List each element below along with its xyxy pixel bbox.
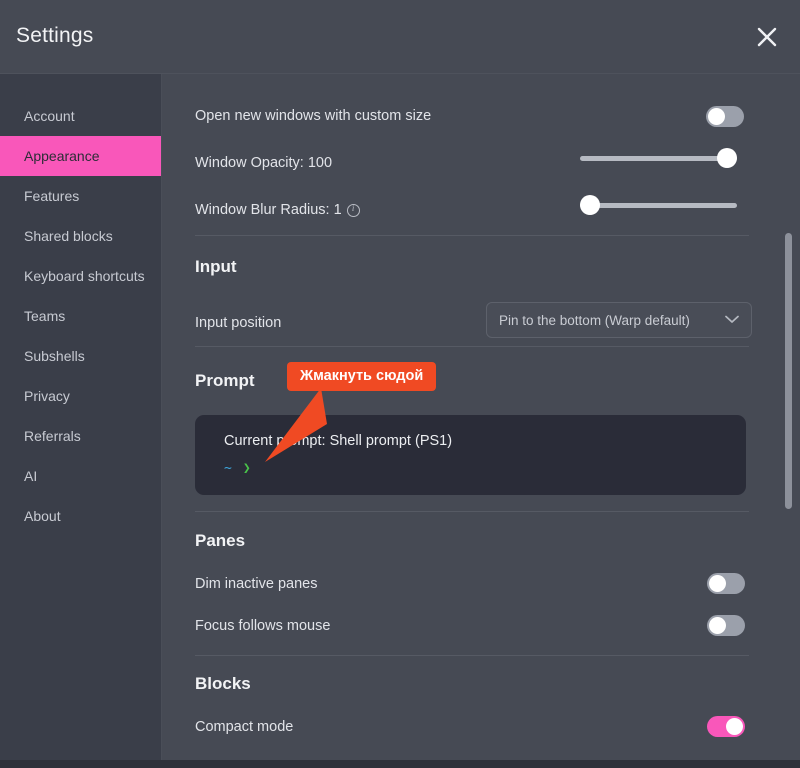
section-title-blocks: Blocks xyxy=(195,674,251,693)
sidebar-item-label: AI xyxy=(24,468,38,484)
sidebar-item-label: Teams xyxy=(24,308,66,324)
current-prompt-label: Current prompt: Shell prompt (PS1) xyxy=(224,433,453,449)
sidebar-item-label: Account xyxy=(24,108,75,124)
divider xyxy=(195,235,749,236)
input-position-selected-value: Pin to the bottom (Warp default) xyxy=(499,312,690,328)
sidebar-item-teams[interactable]: Teams xyxy=(0,296,161,336)
compact-mode-label: Compact mode xyxy=(195,719,294,735)
sidebar-item-account[interactable]: Account xyxy=(0,96,161,136)
sidebar-item-label: Keyboard shortcuts xyxy=(24,268,145,284)
dim-inactive-panes-label: Dim inactive panes xyxy=(195,576,318,592)
sidebar-item-label: Shared blocks xyxy=(24,228,113,244)
section-title-prompt: Prompt xyxy=(195,371,255,390)
title-bar: Settings xyxy=(0,0,800,74)
prompt-tilde-symbol: ~ xyxy=(224,461,232,476)
focus-follows-mouse-label: Focus follows mouse xyxy=(195,618,331,634)
sidebar-item-label: Features xyxy=(24,188,80,204)
compact-mode-toggle[interactable] xyxy=(707,716,745,737)
section-title-input: Input xyxy=(195,257,237,276)
settings-window: Settings Account Appearance Features Sha… xyxy=(0,0,800,768)
window-bottom-edge xyxy=(0,760,800,768)
prompt-sample-line: ~ ❯ xyxy=(224,461,746,476)
sidebar-item-appearance[interactable]: Appearance xyxy=(0,136,161,176)
sidebar-item-label: Appearance xyxy=(24,148,100,164)
divider xyxy=(195,346,749,347)
row-custom-window-size: Open new windows with custom size xyxy=(195,108,749,124)
settings-content-pane: Open new windows with custom size Window… xyxy=(163,74,800,760)
sidebar-item-shared-blocks[interactable]: Shared blocks xyxy=(0,216,161,256)
sidebar-item-keyboard-shortcuts[interactable]: Keyboard shortcuts xyxy=(0,256,161,296)
window-opacity-slider[interactable] xyxy=(580,148,737,168)
scrollbar[interactable] xyxy=(785,74,792,760)
sidebar: Account Appearance Features Shared block… xyxy=(0,74,162,760)
sidebar-item-label: Subshells xyxy=(24,348,85,364)
focus-follows-mouse-toggle[interactable] xyxy=(707,615,745,636)
scrollbar-thumb[interactable] xyxy=(785,233,792,509)
window-blur-radius-slider[interactable] xyxy=(580,195,737,215)
sidebar-item-label: Referrals xyxy=(24,428,81,444)
input-position-label: Input position xyxy=(195,315,282,331)
close-icon xyxy=(756,26,778,48)
prompt-chevron-symbol: ❯ xyxy=(242,461,251,476)
sidebar-item-subshells[interactable]: Subshells xyxy=(0,336,161,376)
row-compact-mode: Compact mode xyxy=(195,719,749,735)
custom-window-size-toggle[interactable] xyxy=(706,106,744,127)
sidebar-item-label: Privacy xyxy=(24,388,70,404)
sidebar-item-features[interactable]: Features xyxy=(0,176,161,216)
sidebar-item-about[interactable]: About xyxy=(0,496,161,536)
row-focus-follows-mouse: Focus follows mouse xyxy=(195,618,749,634)
sidebar-item-label: About xyxy=(24,508,61,524)
input-position-dropdown[interactable]: Pin to the bottom (Warp default) xyxy=(486,302,752,338)
custom-window-size-label: Open new windows with custom size xyxy=(195,108,432,124)
slider-thumb[interactable] xyxy=(717,148,737,168)
dim-inactive-panes-toggle[interactable] xyxy=(707,573,745,594)
callout-label: Жмакнуть сюдой xyxy=(287,362,437,391)
sidebar-item-referrals[interactable]: Referrals xyxy=(0,416,161,456)
window-blur-radius-label: Window Blur Radius: 1 xyxy=(195,202,342,218)
section-title-panes: Panes xyxy=(195,531,246,550)
row-dim-inactive-panes: Dim inactive panes xyxy=(195,576,749,592)
chevron-down-icon xyxy=(725,311,739,329)
divider xyxy=(195,511,749,512)
slider-thumb[interactable] xyxy=(580,195,600,215)
sidebar-item-privacy[interactable]: Privacy xyxy=(0,376,161,416)
info-icon[interactable] xyxy=(346,203,360,217)
slider-track xyxy=(580,203,737,208)
divider xyxy=(195,655,749,656)
close-button[interactable] xyxy=(748,18,786,56)
prompt-preview-card[interactable]: Current prompt: Shell prompt (PS1) ~ ❯ xyxy=(195,415,746,495)
window-opacity-label: Window Opacity: 100 xyxy=(195,155,333,171)
page-title: Settings xyxy=(16,24,94,47)
slider-track xyxy=(580,156,737,161)
sidebar-item-ai[interactable]: AI xyxy=(0,456,161,496)
